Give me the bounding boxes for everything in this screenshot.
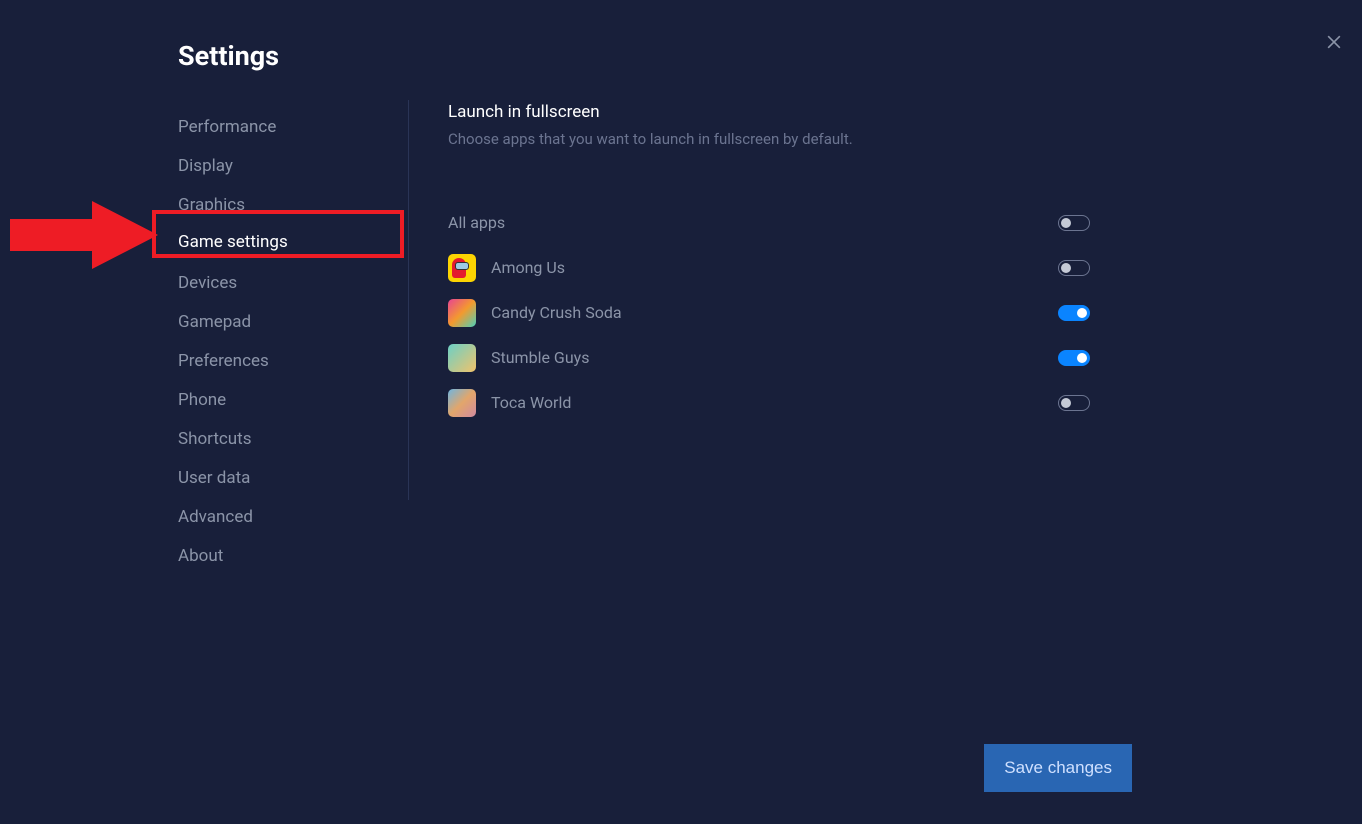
sidebar-item-label: Advanced: [178, 507, 253, 527]
app-row: Among Us: [448, 245, 1090, 290]
app-toggle-among-us[interactable]: [1058, 260, 1090, 276]
all-apps-toggle[interactable]: [1058, 215, 1090, 231]
sidebar-item-label: Performance: [178, 117, 276, 137]
sidebar-item-label: Graphics: [178, 195, 245, 215]
app-toggle-candy-crush[interactable]: [1058, 305, 1090, 321]
app-row: Toca World: [448, 380, 1090, 425]
app-icon-candy-crush: [448, 299, 476, 327]
sidebar-item-gamepad[interactable]: Gamepad: [178, 302, 408, 341]
settings-sidebar: Performance Display Graphics Game settin…: [178, 107, 408, 575]
app-icon-toca-world: [448, 389, 476, 417]
save-changes-button[interactable]: Save changes: [984, 744, 1132, 792]
sidebar-item-devices[interactable]: Devices: [178, 263, 408, 302]
sidebar-item-preferences[interactable]: Preferences: [178, 341, 408, 380]
app-toggle-stumble-guys[interactable]: [1058, 350, 1090, 366]
app-icon-stumble-guys: [448, 344, 476, 372]
sidebar-item-display[interactable]: Display: [178, 146, 408, 185]
sidebar-item-shortcuts[interactable]: Shortcuts: [178, 419, 408, 458]
all-apps-label: All apps: [448, 213, 505, 232]
section-description: Choose apps that you want to launch in f…: [448, 130, 1128, 148]
sidebar-item-game-settings[interactable]: Game settings: [178, 224, 408, 263]
app-toggle-toca-world[interactable]: [1058, 395, 1090, 411]
sidebar-item-label: User data: [178, 468, 250, 488]
sidebar-divider: [408, 100, 409, 500]
sidebar-item-graphics[interactable]: Graphics: [178, 185, 408, 224]
sidebar-item-performance[interactable]: Performance: [178, 107, 408, 146]
sidebar-item-label: About: [178, 546, 223, 566]
page-title: Settings: [178, 40, 279, 72]
app-name-label: Stumble Guys: [491, 348, 589, 367]
app-name-label: Among Us: [491, 258, 565, 277]
close-button[interactable]: [1324, 32, 1344, 56]
sidebar-item-label: Display: [178, 156, 233, 176]
all-apps-row: All apps: [448, 200, 1090, 245]
annotation-arrow-icon: [10, 199, 158, 271]
sidebar-item-label: Gamepad: [178, 312, 251, 332]
app-name-label: Toca World: [491, 393, 571, 412]
sidebar-item-label: Game settings: [178, 232, 288, 255]
app-row: Stumble Guys: [448, 335, 1090, 380]
sidebar-item-phone[interactable]: Phone: [178, 380, 408, 419]
sidebar-item-advanced[interactable]: Advanced: [178, 497, 408, 536]
app-name-label: Candy Crush Soda: [491, 303, 622, 322]
sidebar-item-label: Shortcuts: [178, 429, 252, 449]
section-title: Launch in fullscreen: [448, 102, 1128, 122]
sidebar-item-label: Phone: [178, 390, 226, 410]
app-row: Candy Crush Soda: [448, 290, 1090, 335]
app-icon-among-us: [448, 254, 476, 282]
sidebar-item-user-data[interactable]: User data: [178, 458, 408, 497]
sidebar-item-about[interactable]: About: [178, 536, 408, 575]
settings-content: Launch in fullscreen Choose apps that yo…: [448, 102, 1128, 425]
sidebar-item-label: Preferences: [178, 351, 269, 371]
sidebar-item-label: Devices: [178, 273, 237, 293]
